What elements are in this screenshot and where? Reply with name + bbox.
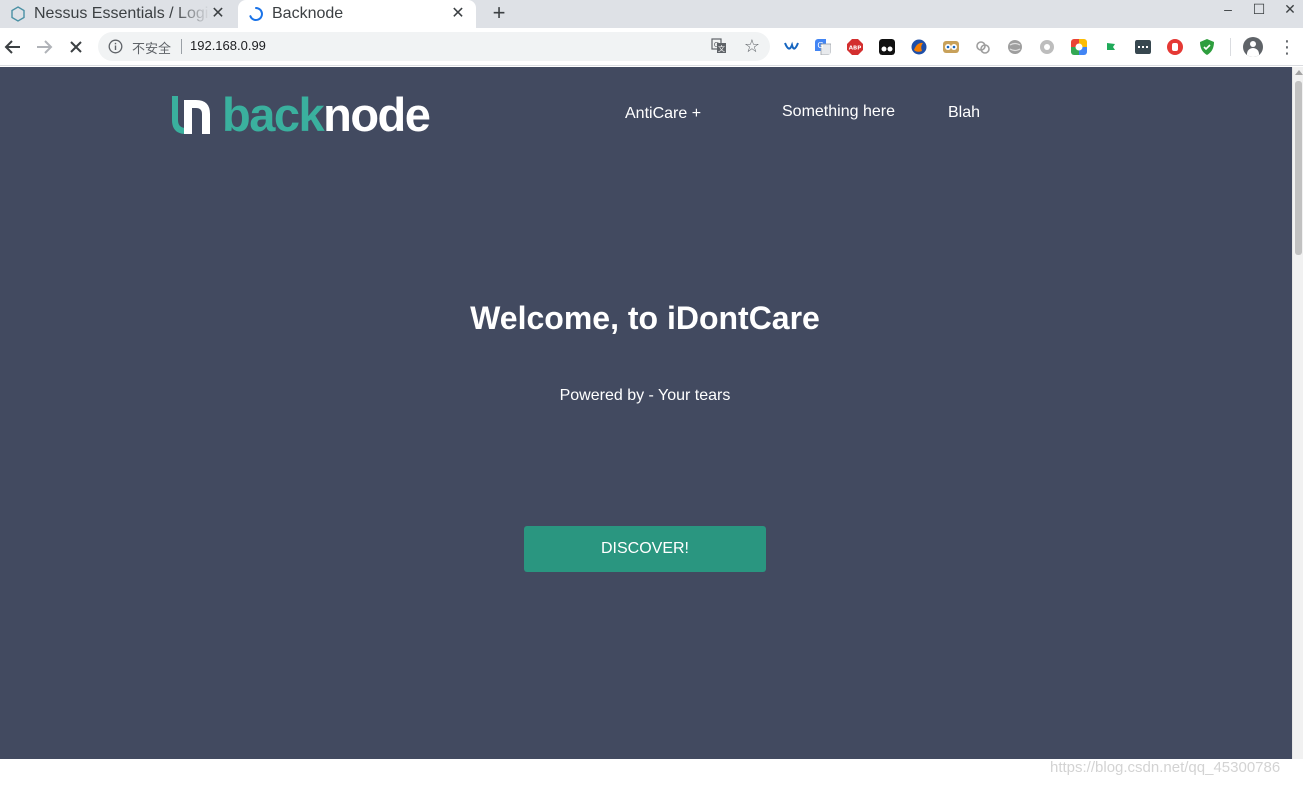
nav-link-blah[interactable]: Blah — [948, 104, 980, 122]
backnode-logo-mark-icon — [172, 96, 210, 134]
loading-spinner-icon — [249, 7, 263, 21]
minimize-button[interactable]: – — [1213, 0, 1243, 20]
firefox-like-icon[interactable] — [911, 39, 927, 55]
backnode-logo[interactable]: back node — [170, 88, 431, 141]
stop-x-icon — [70, 41, 82, 53]
browser-tab-strip: Nessus Essentials / Login ✕ Backnode ✕ +… — [0, 0, 1303, 28]
svg-text:G: G — [714, 41, 719, 49]
discover-button[interactable]: DISCOVER! — [524, 526, 766, 572]
not-secure-label: 不安全 — [132, 41, 172, 56]
forward-button[interactable] — [33, 36, 55, 58]
google-drive-color-icon[interactable] — [1071, 39, 1087, 55]
info-icon[interactable] — [108, 39, 123, 54]
nav-link-anticare[interactable]: AntiCare + — [625, 105, 701, 123]
tab-title: Nessus Essentials / Login — [34, 5, 210, 22]
wp-wave-icon[interactable] — [783, 39, 799, 55]
maximize-button[interactable]: ☐ — [1244, 0, 1274, 20]
link-chain-icon[interactable] — [975, 39, 991, 55]
dark-terminal-icon[interactable] — [1135, 39, 1151, 55]
arrow-left-icon — [4, 40, 20, 54]
address-bar[interactable]: 不安全 192.168.0.99 文 G ☆ — [98, 32, 770, 61]
google-translate-icon[interactable]: G — [815, 39, 831, 55]
logo-text-back: back — [222, 88, 325, 141]
profile-avatar-icon[interactable] — [1243, 37, 1263, 57]
close-icon[interactable]: ✕ — [450, 6, 466, 22]
arrow-right-icon — [37, 40, 53, 54]
adblock-plus-icon[interactable]: ABP — [847, 39, 863, 55]
logo-text-node: node — [323, 88, 431, 141]
close-window-button[interactable]: ✕ — [1275, 0, 1303, 20]
nav-link-something-here[interactable]: Something here — [782, 103, 895, 121]
tab-nessus[interactable]: Nessus Essentials / Login ✕ — [0, 0, 236, 28]
tampermonkey-icon[interactable] — [879, 39, 895, 55]
green-flag-icon[interactable] — [1103, 39, 1119, 55]
stop-loading-button[interactable] — [65, 36, 87, 58]
page-viewport: back node AntiCare + Something here Blah… — [0, 67, 1292, 759]
close-icon[interactable]: ✕ — [210, 6, 226, 22]
owl-eyes-icon[interactable] — [943, 39, 959, 55]
tab-title: Backnode — [272, 5, 344, 22]
svg-text:ABP: ABP — [849, 46, 861, 52]
new-tab-button[interactable]: + — [488, 2, 510, 24]
green-shield-icon[interactable] — [1199, 39, 1215, 55]
svg-text:G: G — [817, 41, 823, 50]
globe-icon[interactable] — [1007, 39, 1023, 55]
divider — [1230, 38, 1231, 56]
back-button[interactable] — [2, 36, 24, 58]
watermark-text: https://blog.csdn.net/qq_45300786 — [1050, 759, 1281, 776]
tab-backnode[interactable]: Backnode ✕ — [238, 0, 476, 28]
hero-subtitle: Powered by - Your tears — [559, 387, 731, 404]
settings-gear-icon[interactable] — [1039, 39, 1055, 55]
scroll-up-arrow-icon[interactable] — [1295, 70, 1303, 75]
nessus-hexagon-icon — [11, 6, 25, 22]
scrollbar-thumb[interactable] — [1295, 81, 1302, 255]
red-hand-icon[interactable] — [1167, 39, 1183, 55]
divider — [181, 39, 182, 54]
browser-menu-icon[interactable]: ⋮ — [1278, 38, 1296, 56]
bookmark-star-icon[interactable]: ☆ — [742, 36, 762, 56]
page-scrollbar[interactable] — [1292, 67, 1303, 759]
browser-toolbar: 不安全 192.168.0.99 文 G ☆ G ABP ⋮ — [0, 28, 1303, 66]
hero-title: Welcome, to iDontCare — [470, 300, 820, 336]
translate-icon[interactable]: 文 G — [711, 38, 727, 54]
url-text[interactable]: 192.168.0.99 — [190, 38, 266, 53]
